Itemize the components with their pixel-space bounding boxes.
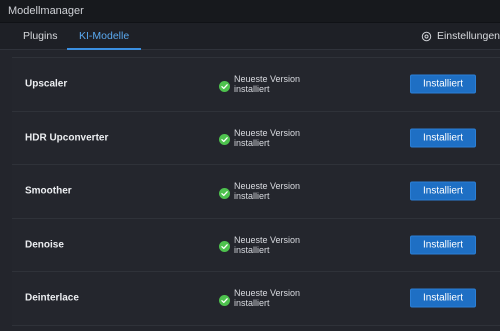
tab-bar: Plugins KI-Modelle Einstellungen (0, 23, 500, 50)
model-status-text: Neueste Version installiert (234, 127, 301, 148)
model-list: Upscaler Neueste Version installiert Ins… (12, 57, 500, 326)
model-status: Neueste Version installiert (219, 128, 314, 148)
model-status: Neueste Version installiert (219, 288, 314, 308)
model-name: Upscaler (25, 78, 68, 90)
tab-ki-modelle[interactable]: KI-Modelle (67, 23, 142, 50)
model-row-deinterlace: Deinterlace Neueste Version installiert … (12, 272, 500, 326)
installed-button[interactable]: Installiert (410, 288, 476, 308)
gear-icon (421, 31, 432, 42)
title-bar: Modellmanager (0, 0, 500, 23)
check-circle-icon (219, 293, 230, 306)
model-name: Denoise (25, 239, 64, 251)
model-status-text: Neueste Version installiert (234, 181, 301, 202)
check-circle-icon (219, 79, 230, 92)
model-row-denoise: Denoise Neueste Version installiert Inst… (12, 218, 500, 272)
check-circle-icon (219, 239, 230, 253)
model-row-smoother: Smoother Neueste Version installiert Ins… (12, 165, 500, 219)
settings-label: Einstellungen (436, 30, 500, 42)
model-status-text: Neueste Version installiert (234, 288, 301, 309)
check-circle-icon (219, 132, 230, 146)
model-status: Neueste Version installiert (219, 235, 314, 255)
model-status: Neueste Version installiert (219, 74, 314, 94)
installed-button[interactable]: Installiert (410, 181, 476, 201)
model-name: Smoother (25, 185, 72, 197)
installed-button[interactable]: Installiert (410, 235, 476, 255)
installed-button[interactable]: Installiert (410, 74, 476, 94)
model-manager-window: Modellmanager Plugins KI-Modelle Einstel… (0, 0, 500, 331)
installed-button[interactable]: Installiert (410, 128, 476, 148)
model-status-text: Neueste Version installiert (234, 234, 301, 255)
settings-button[interactable]: Einstellungen (421, 23, 500, 49)
model-status: Neueste Version installiert (219, 181, 314, 201)
model-row-upscaler: Upscaler Neueste Version installiert Ins… (12, 57, 500, 112)
model-status-text: Neueste Version installiert (234, 74, 301, 95)
model-name: HDR Upconverter (25, 132, 109, 144)
model-name: Deinterlace (25, 292, 79, 304)
check-circle-icon (219, 186, 230, 199)
model-row-hdr-upconverter: HDR Upconverter Neueste Version installi… (12, 111, 500, 165)
window-title: Modellmanager (8, 5, 84, 17)
tab-plugins[interactable]: Plugins (11, 23, 69, 49)
